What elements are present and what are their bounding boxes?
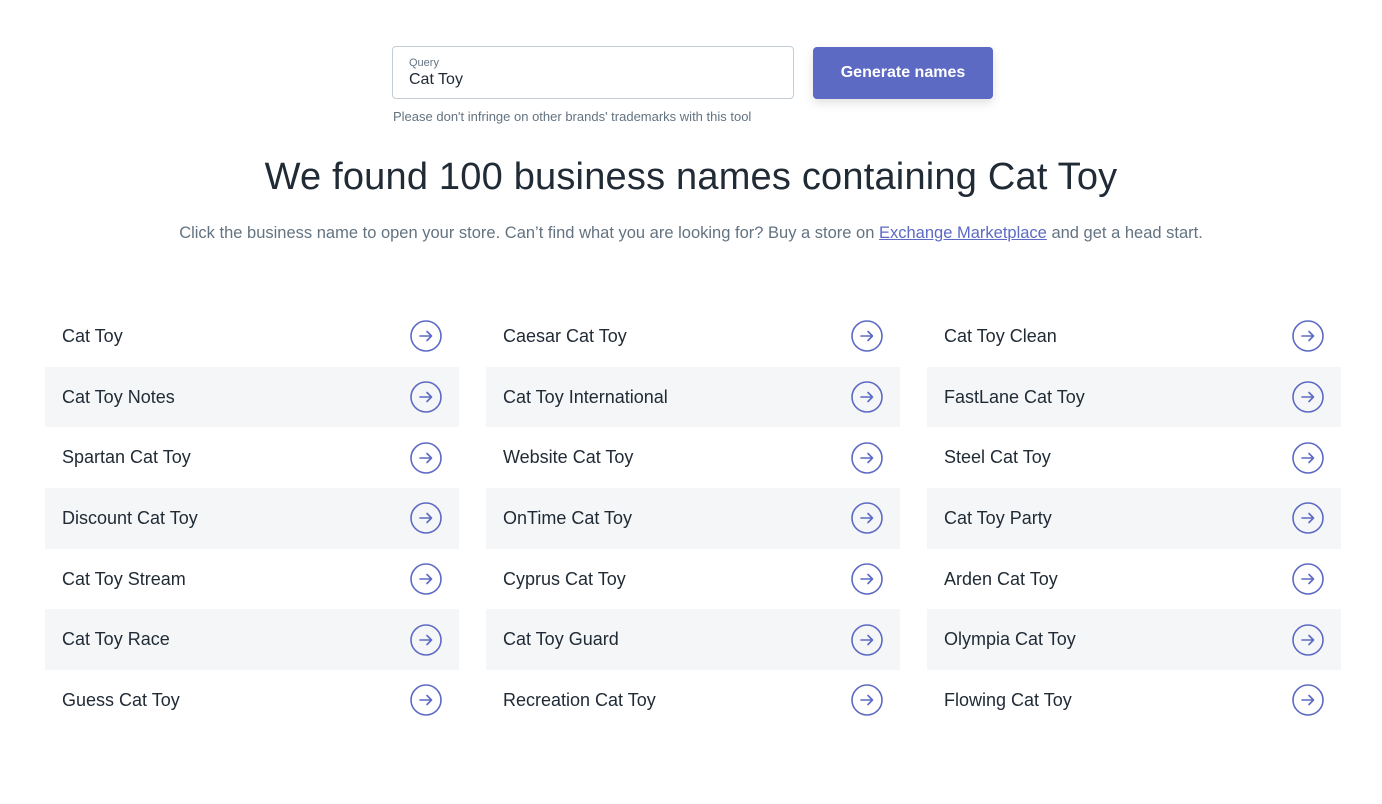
business-name-label: Cat Toy Guard — [503, 629, 619, 650]
business-names-grid: Cat Toy Cat Toy Notes Spartan Cat Toy Disco… — [45, 306, 1341, 731]
arrow-right-circle-icon[interactable] — [410, 441, 442, 474]
business-name-item[interactable]: Cyprus Cat Toy — [486, 549, 900, 610]
arrow-right-circle-icon[interactable] — [410, 684, 442, 717]
arrow-right-circle-icon[interactable] — [851, 563, 883, 595]
business-name-label: Steel Cat Toy — [944, 447, 1051, 468]
generate-names-button[interactable]: Generate names — [813, 47, 993, 99]
results-subtitle: Click the business name to open your sto… — [0, 224, 1382, 243]
query-field[interactable]: Query — [392, 46, 794, 99]
arrow-right-circle-icon[interactable] — [851, 441, 883, 474]
arrow-right-circle-icon[interactable] — [851, 381, 883, 413]
business-name-item[interactable]: Cat Toy Guard — [486, 609, 900, 671]
business-name-label: Cat Toy International — [503, 386, 668, 407]
business-name-item[interactable]: Cat Toy Notes — [45, 366, 459, 428]
arrow-right-circle-icon[interactable] — [410, 623, 442, 656]
arrow-right-circle-icon[interactable] — [851, 623, 883, 656]
names-column: Cat Toy Cat Toy Notes Spartan Cat Toy Disco… — [45, 306, 459, 731]
business-name-item[interactable]: Spartan Cat Toy — [45, 427, 459, 488]
arrow-right-circle-icon[interactable] — [1292, 381, 1324, 413]
subtitle-text-after: and get a head start. — [1046, 224, 1203, 242]
business-name-label: Olympia Cat Toy — [944, 629, 1076, 650]
arrow-right-circle-icon[interactable] — [851, 320, 883, 353]
arrow-right-circle-icon[interactable] — [410, 320, 442, 353]
business-name-item[interactable]: Website Cat Toy — [486, 427, 900, 488]
subtitle-text-before: Click the business name to open your sto… — [179, 224, 879, 242]
business-name-label: FastLane Cat Toy — [944, 386, 1085, 407]
names-column: Caesar Cat Toy Cat Toy International Websi… — [486, 306, 900, 731]
results-headline: We found 100 business names containing C… — [264, 156, 1118, 198]
business-name-item[interactable]: Caesar Cat Toy — [486, 306, 900, 367]
business-name-item[interactable]: Steel Cat Toy — [927, 427, 1341, 488]
arrow-right-circle-icon[interactable] — [410, 502, 442, 535]
arrow-right-circle-icon[interactable] — [410, 563, 442, 595]
business-name-label: Flowing Cat Toy — [944, 689, 1072, 710]
business-name-label: Cat Toy Race — [62, 629, 170, 650]
names-column: Cat Toy Clean FastLane Cat Toy Steel Cat T… — [927, 306, 1341, 731]
arrow-right-circle-icon[interactable] — [1292, 684, 1324, 717]
arrow-right-circle-icon[interactable] — [410, 381, 442, 413]
arrow-right-circle-icon[interactable] — [1292, 563, 1324, 595]
business-name-label: Cat Toy — [62, 325, 123, 346]
arrow-right-circle-icon[interactable] — [1292, 320, 1324, 353]
business-name-item[interactable]: Arden Cat Toy — [927, 549, 1341, 610]
business-name-item[interactable]: FastLane Cat Toy — [927, 366, 1341, 428]
business-name-label: OnTime Cat Toy — [503, 507, 633, 528]
business-name-item[interactable]: Cat Toy Party — [927, 488, 1341, 549]
business-name-label: Arden Cat Toy — [944, 568, 1058, 589]
business-name-label: Cat Toy Clean — [944, 325, 1057, 346]
exchange-marketplace-link[interactable]: Exchange Marketplace — [879, 224, 1047, 242]
query-input[interactable] — [409, 70, 777, 90]
arrow-right-circle-icon[interactable] — [1292, 441, 1324, 474]
business-name-label: Cat Toy Notes — [62, 386, 175, 407]
business-name-label: Caesar Cat Toy — [503, 325, 627, 346]
business-name-item[interactable]: Recreation Cat Toy — [486, 670, 900, 731]
arrow-right-circle-icon[interactable] — [1292, 502, 1324, 535]
arrow-right-circle-icon[interactable] — [851, 684, 883, 717]
business-name-label: Discount Cat Toy — [62, 507, 198, 528]
business-name-label: Cyprus Cat Toy — [503, 568, 626, 589]
business-name-item[interactable]: Olympia Cat Toy — [927, 609, 1341, 671]
business-name-item[interactable]: Flowing Cat Toy — [927, 670, 1341, 731]
query-label: Query — [409, 57, 439, 69]
arrow-right-circle-icon[interactable] — [1292, 623, 1324, 656]
business-name-label: Spartan Cat Toy — [62, 447, 191, 468]
business-name-label: Website Cat Toy — [503, 447, 634, 468]
business-name-label: Cat Toy Stream — [62, 568, 186, 589]
business-name-item[interactable]: Cat Toy Race — [45, 609, 459, 671]
business-name-item[interactable]: OnTime Cat Toy — [486, 488, 900, 549]
arrow-right-circle-icon[interactable] — [851, 502, 883, 535]
trademark-hint: Please don't infringe on other brands' t… — [393, 109, 752, 124]
business-name-item[interactable]: Discount Cat Toy — [45, 488, 459, 549]
business-name-label: Guess Cat Toy — [62, 689, 180, 710]
business-name-label: Cat Toy Party — [944, 507, 1052, 528]
business-name-item[interactable]: Cat Toy — [45, 306, 459, 367]
business-name-item[interactable]: Cat Toy Clean — [927, 306, 1341, 367]
business-name-item[interactable]: Cat Toy Stream — [45, 549, 459, 610]
business-name-item[interactable]: Guess Cat Toy — [45, 670, 459, 731]
business-name-label: Recreation Cat Toy — [503, 689, 656, 710]
business-name-item[interactable]: Cat Toy International — [486, 366, 900, 428]
